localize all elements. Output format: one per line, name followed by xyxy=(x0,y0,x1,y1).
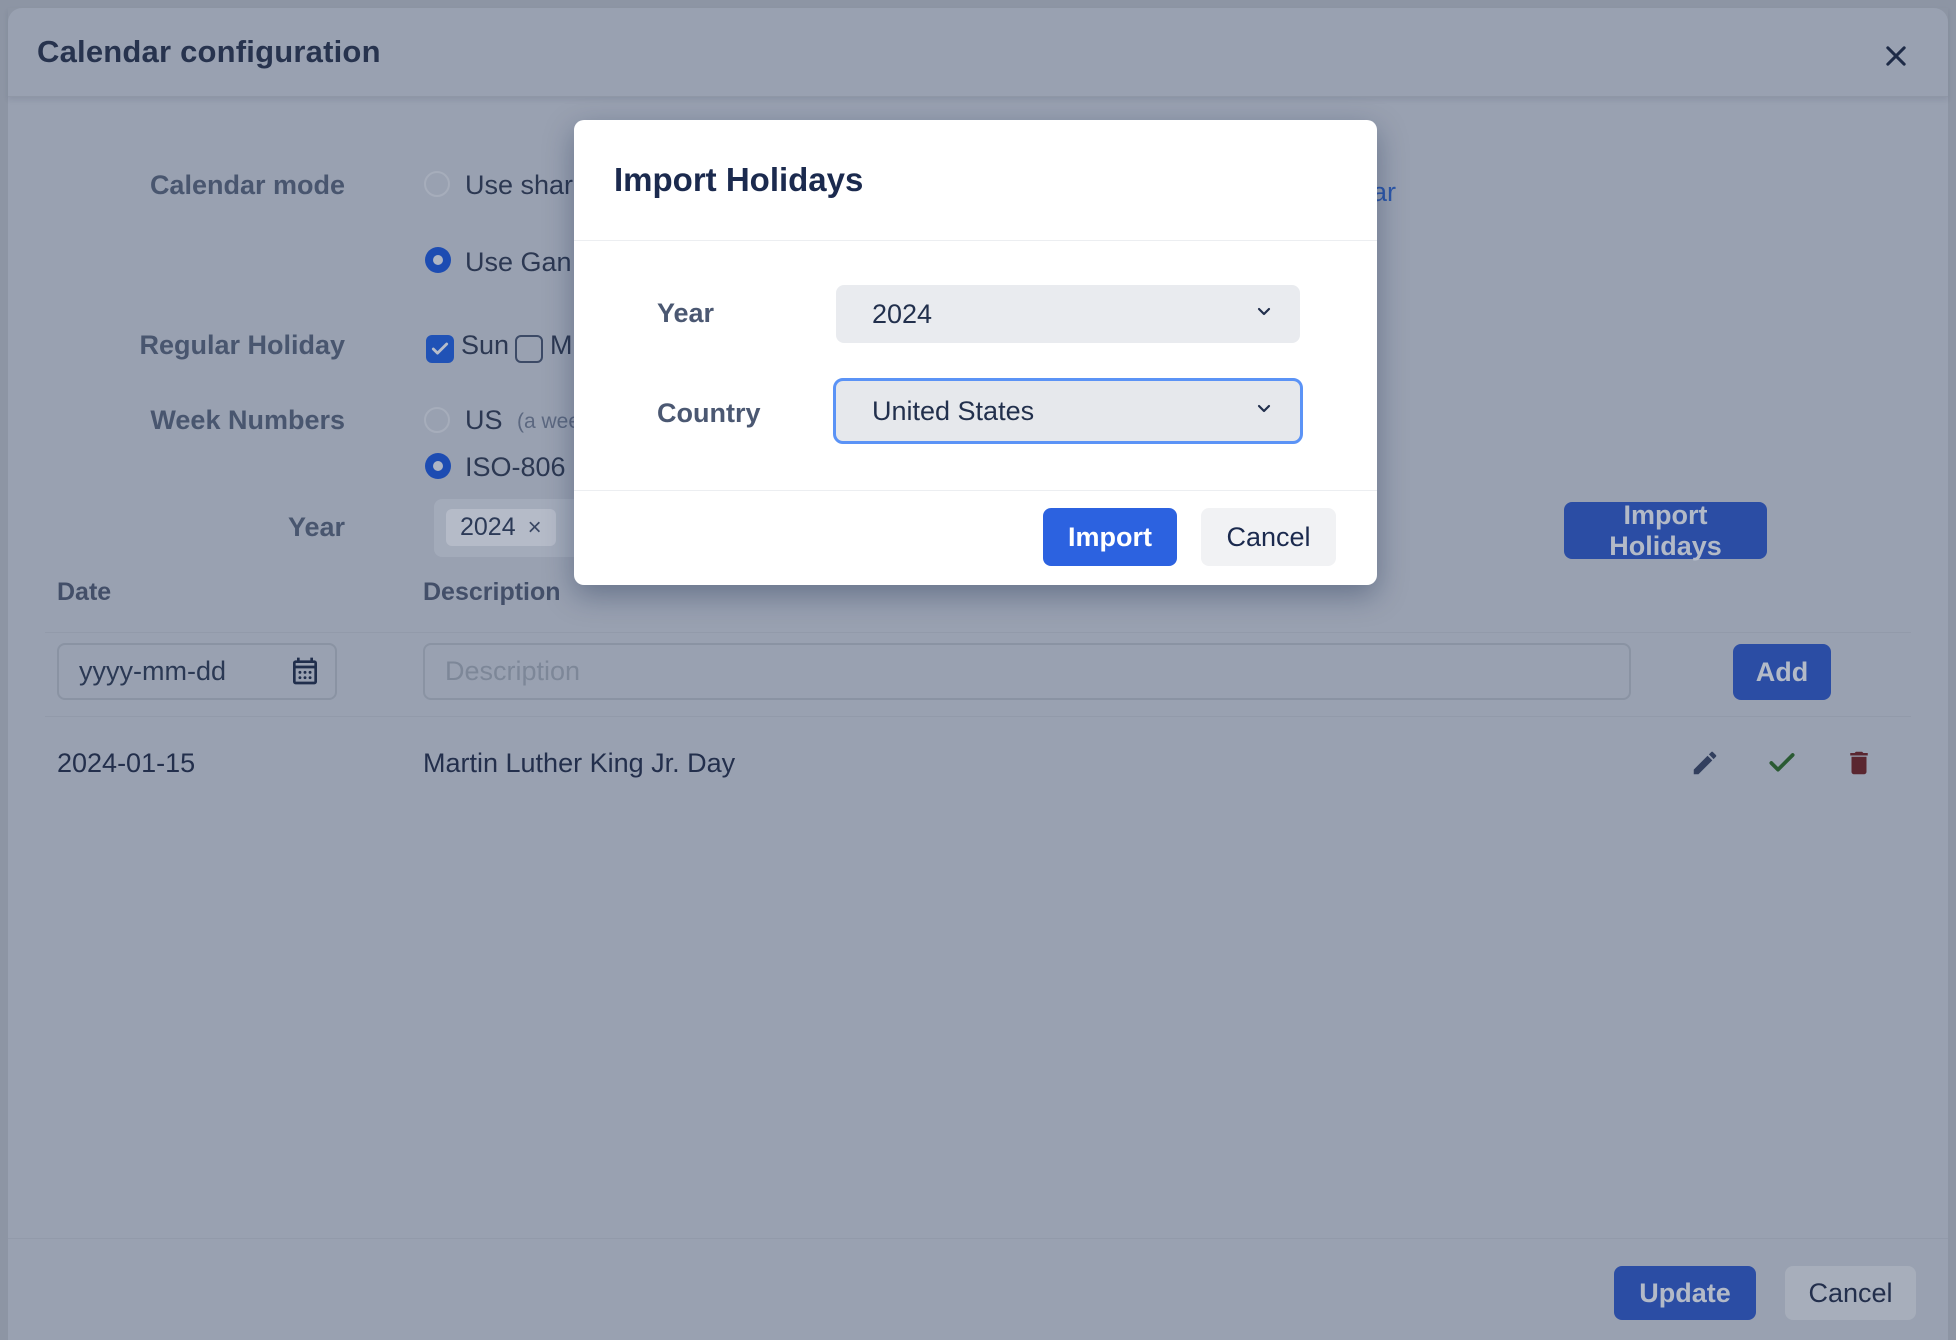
modal-import-button[interactable]: Import xyxy=(1043,508,1177,566)
sunday-label[interactable]: Sun xyxy=(461,328,509,362)
holiday-description-cell: Martin Luther King Jr. Day xyxy=(423,748,735,779)
import-holidays-modal: Import Holidays Year 2024 Country United… xyxy=(574,120,1377,585)
monday-checkbox[interactable] xyxy=(515,335,543,363)
shared-calendar-radio[interactable] xyxy=(424,171,450,197)
regular-holiday-label: Regular Holiday xyxy=(8,329,345,361)
page-title: Calendar configuration xyxy=(37,34,381,70)
us-week-label[interactable]: US xyxy=(465,403,503,437)
table-header-divider xyxy=(45,632,1911,633)
chevron-down-icon xyxy=(1254,302,1274,327)
footer-divider xyxy=(8,1238,1948,1239)
monday-label-fragment[interactable]: M xyxy=(550,328,573,362)
edit-icon[interactable] xyxy=(1688,746,1722,780)
footer-cancel-button[interactable]: Cancel xyxy=(1785,1266,1916,1320)
year-select-value: 2024 xyxy=(872,299,932,330)
dialog-header: Calendar configuration xyxy=(8,8,1948,97)
description-input[interactable] xyxy=(423,643,1631,700)
modal-year-label: Year xyxy=(657,298,714,329)
confirm-icon[interactable] xyxy=(1765,746,1799,780)
modal-country-label: Country xyxy=(657,398,761,429)
chevron-down-icon xyxy=(1254,399,1274,424)
gantt-calendar-option-label[interactable]: Use Gan xyxy=(465,245,572,279)
input-row-divider xyxy=(45,716,1911,717)
gantt-calendar-radio[interactable] xyxy=(425,247,451,273)
year-tag-value: 2024 xyxy=(460,513,516,542)
remove-year-icon[interactable]: × xyxy=(528,514,542,542)
modal-cancel-button[interactable]: Cancel xyxy=(1201,508,1336,566)
year-label: Year xyxy=(8,511,345,543)
week-numbers-label: Week Numbers xyxy=(8,404,345,436)
country-select-value: United States xyxy=(872,396,1034,427)
calendar-mode-label: Calendar mode xyxy=(8,169,345,201)
modal-header: Import Holidays xyxy=(574,120,1377,241)
import-holidays-button[interactable]: Import Holidays xyxy=(1564,502,1767,559)
delete-icon[interactable] xyxy=(1842,746,1876,780)
update-button[interactable]: Update xyxy=(1614,1266,1756,1320)
us-week-radio[interactable] xyxy=(424,407,450,433)
close-icon[interactable] xyxy=(1874,34,1918,78)
add-holiday-button[interactable]: Add xyxy=(1733,644,1831,700)
modal-title: Import Holidays xyxy=(614,161,863,199)
modal-footer-divider xyxy=(574,490,1377,491)
holiday-date-cell: 2024-01-15 xyxy=(57,748,195,779)
iso-week-label-fragment[interactable]: ISO-806 xyxy=(465,450,566,484)
description-column-header: Description xyxy=(423,578,561,607)
date-column-header: Date xyxy=(57,578,111,607)
us-week-note-fragment: (a wee xyxy=(517,409,580,435)
year-select[interactable]: 2024 xyxy=(836,285,1300,343)
country-select[interactable]: United States xyxy=(833,378,1303,444)
date-input[interactable] xyxy=(57,643,337,700)
shared-calendar-option-label[interactable]: Use shar xyxy=(465,168,573,202)
iso-week-radio[interactable] xyxy=(425,453,451,479)
sunday-checkbox[interactable] xyxy=(426,335,454,363)
year-tag: 2024 × xyxy=(446,509,556,546)
date-input-wrapper xyxy=(57,643,337,700)
